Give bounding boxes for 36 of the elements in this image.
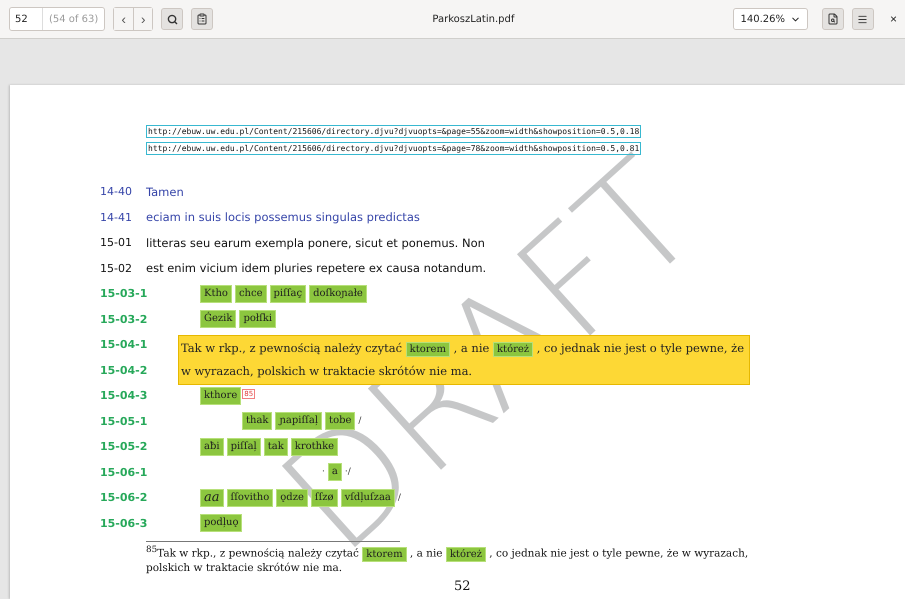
- search-icon: [166, 14, 178, 24]
- clipboard-icon: [196, 13, 208, 25]
- highlighted-word: aa: [200, 488, 224, 507]
- annotations-button[interactable]: [191, 8, 214, 30]
- search-button[interactable]: [161, 8, 184, 30]
- line-number: 14-41: [100, 210, 133, 224]
- line-number: 15-05-1: [100, 414, 148, 428]
- line-number: 15-06-2: [100, 491, 148, 504]
- line-number: 15-06-3: [100, 516, 148, 530]
- document-title: ParkoszLatin.pdf: [431, 14, 516, 24]
- line-number: 15-02: [100, 262, 133, 275]
- line-number: 15-03-2: [100, 312, 148, 326]
- next-page-button[interactable]: ›: [133, 8, 152, 30]
- line-text: Tamen: [146, 184, 184, 199]
- line-number: 15-01: [100, 236, 133, 250]
- zoom-dropdown[interactable]: 140.26%: [733, 8, 808, 30]
- previous-page-button[interactable]: ‹: [114, 8, 134, 30]
- line-number: 15-06-1: [100, 466, 148, 479]
- page-number-field[interactable]: 52 (54 of 63): [9, 7, 106, 31]
- highlighted-word: Ktho: [200, 284, 232, 303]
- line-number: 14-40: [100, 185, 133, 198]
- line-number: 15-05-2: [100, 440, 148, 454]
- highlighted-word: aƀi: [200, 438, 224, 456]
- highlighted-word: Ǵezik: [200, 310, 236, 328]
- line-number: 15-04-3: [100, 389, 148, 402]
- close-button[interactable]: ×: [888, 12, 899, 26]
- document-search-button[interactable]: [822, 8, 844, 30]
- page-count: (54 of 63): [48, 12, 100, 26]
- highlighted-word: podl̦uǫ: [200, 514, 242, 532]
- line-number: 15-04-2: [100, 364, 148, 377]
- line-number: 15-04-1: [100, 338, 148, 352]
- menu-icon: [857, 14, 868, 24]
- document-search-icon: [826, 13, 839, 25]
- menu-button[interactable]: [852, 8, 874, 30]
- line-number: 15-03-1: [100, 287, 148, 300]
- highlighted-word: kthore: [200, 386, 242, 405]
